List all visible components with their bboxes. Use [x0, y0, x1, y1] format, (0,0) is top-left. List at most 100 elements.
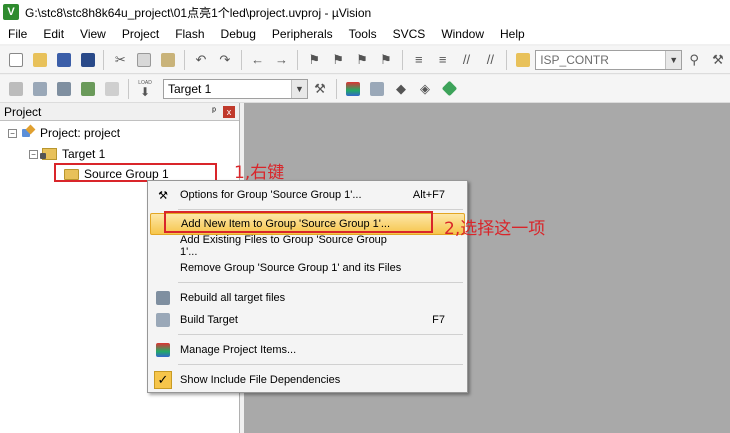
- menu-flash[interactable]: Flash: [167, 24, 212, 44]
- menu-item-rebuild-all[interactable]: Rebuild all target files: [150, 287, 465, 309]
- menu-tools[interactable]: Tools: [341, 24, 385, 44]
- bookmark-prev-icon: ⚑: [332, 51, 345, 67]
- build-button[interactable]: [30, 79, 50, 99]
- tree-node-target[interactable]: − Target 1: [29, 145, 105, 163]
- manage-project-items-button[interactable]: [343, 79, 363, 99]
- annotation-step2: 2,选择这一项: [444, 219, 546, 239]
- menu-peripherals[interactable]: Peripherals: [264, 24, 341, 44]
- menu-item-show-include-deps[interactable]: ✓ Show Include File Dependencies: [150, 369, 465, 391]
- toolbar-separator: [401, 49, 403, 70]
- menu-view[interactable]: View: [72, 24, 114, 44]
- menu-item-build-target[interactable]: Build Target F7: [150, 309, 465, 331]
- checkmark-cell: ✓: [150, 369, 176, 391]
- bookmark-prev-button[interactable]: ⚑: [328, 50, 348, 70]
- comment-icon: //: [462, 52, 471, 67]
- redo-button[interactable]: ↷: [215, 50, 235, 70]
- paste-button[interactable]: [158, 50, 178, 70]
- build-icon: [150, 309, 176, 331]
- save-button[interactable]: [54, 50, 74, 70]
- collapse-icon[interactable]: −: [8, 128, 17, 138]
- menu-separator: [178, 334, 463, 335]
- build-icon: [33, 81, 47, 96]
- device-symbol-combo[interactable]: ISP_CONTR ▼: [535, 49, 683, 70]
- copy-button[interactable]: [134, 50, 154, 70]
- menu-edit[interactable]: Edit: [35, 24, 72, 44]
- project-panel-title: Project: [4, 104, 42, 119]
- menu-item-add-existing-files[interactable]: Add Existing Files to Group 'Source Grou…: [150, 234, 465, 258]
- project-items-icon: [346, 81, 360, 96]
- chevron-down-icon[interactable]: ▼: [665, 50, 682, 69]
- bookmark-toggle-button[interactable]: ⚑: [304, 50, 324, 70]
- copy-icon: [137, 52, 152, 67]
- save-icon: [56, 52, 71, 67]
- menu-help[interactable]: Help: [492, 24, 533, 44]
- navigate-forward-button[interactable]: →: [272, 50, 292, 70]
- menu-debug[interactable]: Debug: [213, 24, 264, 44]
- title-bar: V G:\stc8\stc8h8k64u_project\01点亮1个led\p…: [0, 0, 730, 24]
- menu-separator: [178, 282, 463, 283]
- menu-window[interactable]: Window: [433, 24, 492, 44]
- comment-button[interactable]: //: [457, 50, 477, 70]
- find-in-files-icon: [516, 52, 531, 67]
- menu-file[interactable]: File: [0, 24, 35, 44]
- undo-icon: ↶: [195, 51, 207, 67]
- navigate-back-button[interactable]: ←: [248, 50, 268, 70]
- uncomment-icon: //: [486, 52, 495, 67]
- cut-icon: ✂: [114, 51, 126, 67]
- toolbar-separator: [297, 49, 299, 70]
- toolbar-separator: [184, 49, 186, 70]
- device-symbol-value: ISP_CONTR: [540, 52, 609, 67]
- cut-button[interactable]: ✂: [110, 50, 130, 70]
- uvision-app-icon: V: [3, 4, 19, 20]
- window-title: G:\stc8\stc8h8k64u_project\01点亮1个led\pro…: [25, 5, 372, 20]
- pack-installer-button[interactable]: ◈: [415, 79, 435, 99]
- batch-build-icon: [81, 81, 95, 96]
- load-button[interactable]: LOAD ⬇: [135, 79, 155, 99]
- menu-svcs[interactable]: SVCS: [385, 24, 434, 44]
- menu-item-options-for-group[interactable]: ⚒ Options for Group 'Source Group 1'... …: [150, 184, 465, 206]
- select-software-packs-button[interactable]: ◆: [391, 79, 411, 99]
- build-toolbar: LOAD ⬇ Target 1 ▼ ⚒ ◆ ◈: [0, 75, 730, 103]
- incremental-find-button[interactable]: ⚒: [708, 50, 728, 70]
- save-all-icon: [80, 52, 95, 67]
- magic-wand-icon: ⚒: [314, 80, 326, 96]
- bookmark-next-button[interactable]: ⚑: [352, 50, 372, 70]
- indent-button[interactable]: ≡: [409, 50, 429, 70]
- new-file-button[interactable]: [6, 50, 26, 70]
- pin-icon[interactable]: ᵖ: [207, 106, 221, 117]
- blank-icon: [150, 257, 176, 279]
- chevron-down-icon[interactable]: ▼: [291, 79, 307, 98]
- translate-button[interactable]: [6, 79, 26, 99]
- stop-build-button[interactable]: [102, 79, 122, 99]
- collapse-icon[interactable]: −: [29, 149, 38, 159]
- rebuild-icon: [57, 81, 71, 96]
- blank-icon: [150, 235, 176, 257]
- menu-bar: File Edit View Project Flash Debug Perip…: [0, 24, 730, 44]
- uncomment-button[interactable]: //: [480, 50, 500, 70]
- tree-node-project-label: Project: project: [40, 126, 121, 140]
- close-icon[interactable]: x: [223, 105, 235, 118]
- undo-button[interactable]: ↶: [191, 50, 211, 70]
- open-folder-icon: [32, 52, 47, 67]
- batch-build-button[interactable]: [78, 79, 98, 99]
- manage-runtime-button[interactable]: [367, 79, 387, 99]
- rebuild-icon: [150, 287, 176, 309]
- menu-item-manage-project-items[interactable]: Manage Project Items...: [150, 339, 465, 361]
- find-in-files-button[interactable]: [513, 50, 533, 70]
- bookmark-clear-button[interactable]: ⚑: [376, 50, 396, 70]
- rebuild-button[interactable]: [54, 79, 74, 99]
- open-file-button[interactable]: [30, 50, 50, 70]
- menu-item-remove-group[interactable]: Remove Group 'Source Group 1' and its Fi…: [150, 257, 465, 279]
- menu-project[interactable]: Project: [114, 24, 167, 44]
- target-select-combo[interactable]: Target 1 ▼: [163, 78, 308, 99]
- find-button[interactable]: ⚲: [684, 50, 704, 70]
- tree-node-project[interactable]: − Project: project: [8, 124, 120, 142]
- translate-icon: [9, 81, 23, 96]
- bookmark-icon: ⚑: [308, 51, 321, 67]
- menu-separator: [178, 209, 463, 210]
- unindent-button[interactable]: ≡: [433, 50, 453, 70]
- save-all-button[interactable]: [78, 50, 98, 70]
- bookmark-clear-icon: ⚑: [380, 51, 392, 67]
- target-options-button[interactable]: ⚒: [310, 79, 330, 99]
- device-database-button[interactable]: [439, 79, 459, 99]
